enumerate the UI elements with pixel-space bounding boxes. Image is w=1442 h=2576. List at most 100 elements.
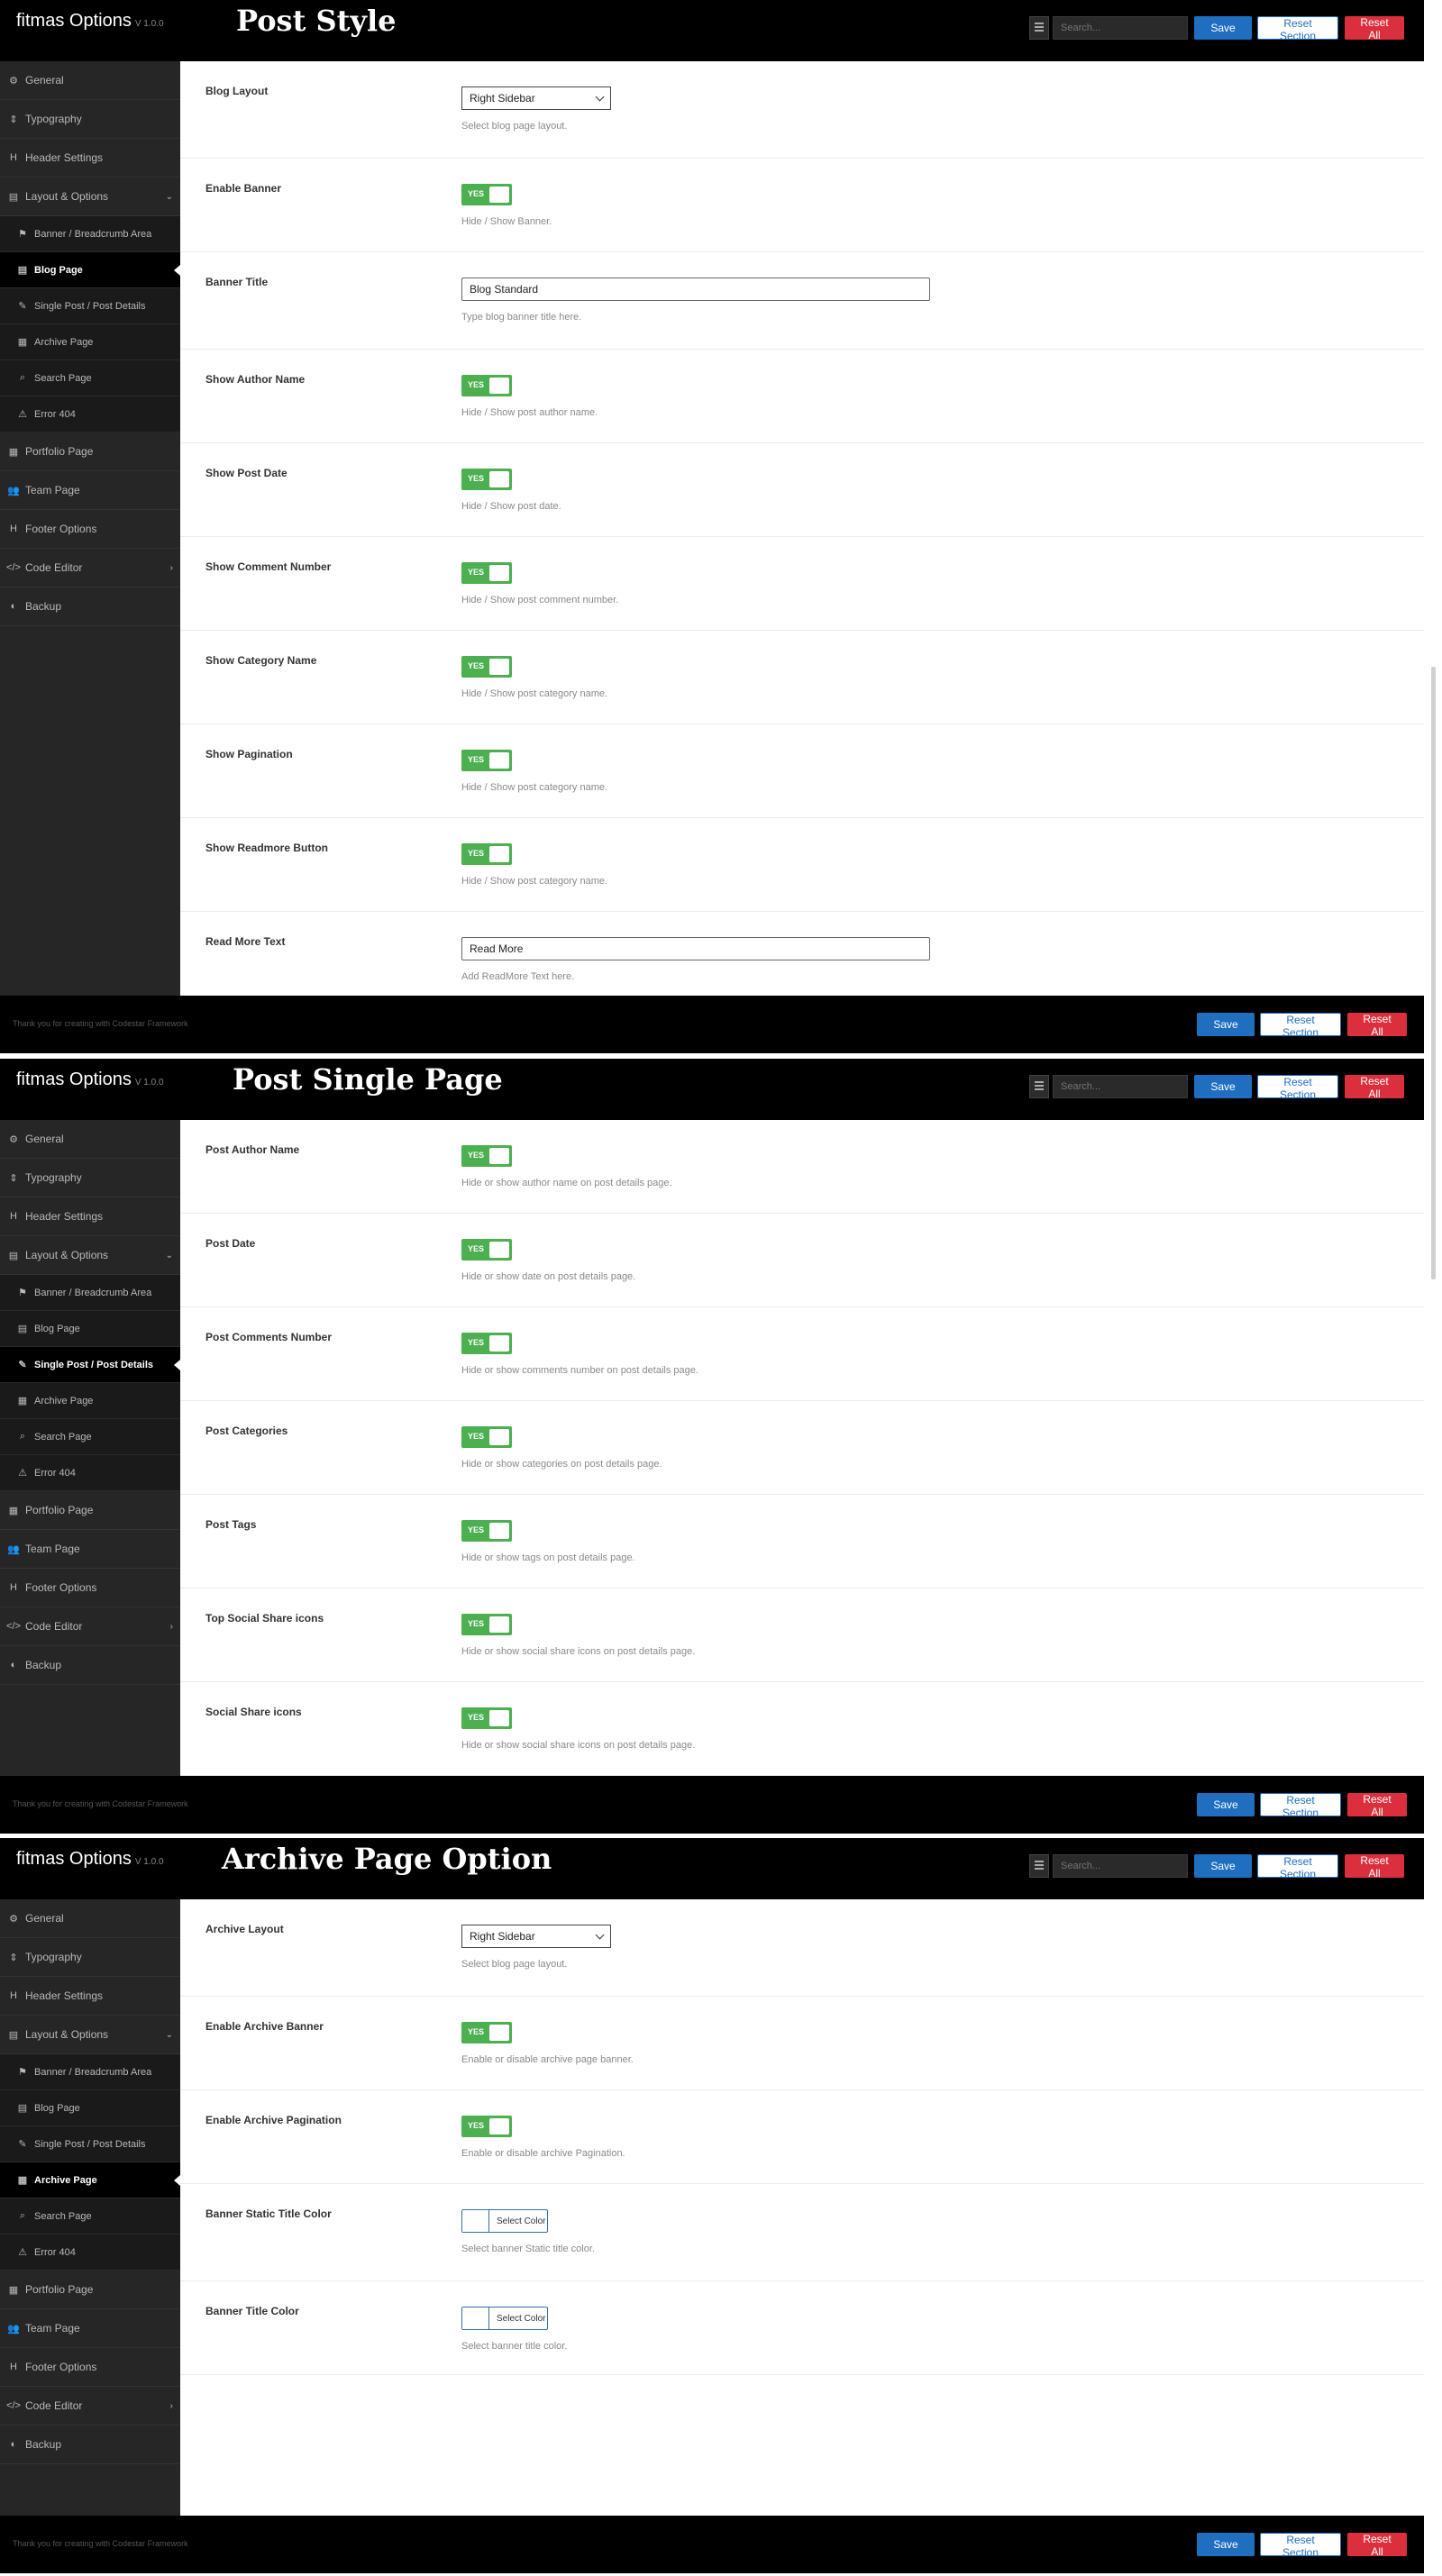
sidebar-item-general[interactable]: ⚙ General	[0, 61, 180, 100]
sidebar-item-footer-options[interactable]: H Footer Options	[0, 510, 180, 549]
sidebar-item-label: General	[25, 1133, 64, 1145]
sidebar-item-error-404[interactable]: ⚠ Error 404	[0, 1455, 180, 1491]
sidebar-item-portfolio-page[interactable]: ▦ Portfolio Page	[0, 1491, 180, 1530]
expand-all-icon[interactable]	[1029, 1854, 1049, 1878]
reset-section-button[interactable]: Reset Section	[1257, 1854, 1338, 1880]
code-icon: </>	[6, 562, 21, 573]
sidebar-item-header-settings[interactable]: H Header Settings	[0, 1977, 180, 2016]
sidebar-item-typography[interactable]: ⇕ Typography	[0, 1159, 180, 1197]
footer-reset-all-button[interactable]: Reset All	[1347, 1793, 1407, 1818]
sidebar-item-layout-options[interactable]: ▤ Layout & Options ⌄	[0, 2016, 180, 2054]
footer-reset-section-button[interactable]: Reset Section	[1260, 1793, 1341, 1819]
sidebar-item-banner-breadcrumb[interactable]: ⚑ Banner / Breadcrumb Area	[0, 1275, 180, 1311]
sidebar-item-footer-options[interactable]: H Footer Options	[0, 1569, 180, 1607]
sidebar-item-typography[interactable]: ⇕ Typography	[0, 100, 180, 139]
footer-save-button[interactable]: Save	[1197, 2533, 1255, 2556]
reset-all-button[interactable]: Reset All	[1345, 1854, 1404, 1880]
reset-all-button[interactable]: Reset All	[1345, 1075, 1404, 1100]
sidebar-item-backup[interactable]: ◐ Backup	[0, 2426, 180, 2464]
flag-icon: ⚑	[18, 229, 27, 240]
sidebar-item-portfolio-page[interactable]: ▦ Portfolio Page	[0, 2271, 180, 2309]
window-scrollbar[interactable]	[1431, 667, 1436, 1279]
save-button[interactable]: Save	[1194, 1854, 1252, 1878]
sidebar-item-layout-options[interactable]: ▤ Layout & Options ⌄	[0, 1236, 180, 1275]
footer-reset-section-button[interactable]: Reset Section	[1260, 2533, 1341, 2559]
toggle-switch[interactable]: YES	[461, 184, 512, 205]
field-description: Hide or show comments number on post det…	[461, 1365, 698, 1376]
sidebar-item-single-post[interactable]: ✎ Single Post / Post Details	[0, 1347, 180, 1383]
field-control: YES	[461, 1145, 512, 1167]
reset-all-button[interactable]: Reset All	[1345, 16, 1404, 41]
sidebar-item-code-editor[interactable]: </> Code Editor ›	[0, 1607, 180, 1646]
sidebar-item-code-editor[interactable]: </> Code Editor ›	[0, 2387, 180, 2426]
sidebar-item-blog-page[interactable]: ▤ Blog Page	[0, 1311, 180, 1347]
sidebar-item-label: Error 404	[34, 408, 76, 420]
sidebar-item-banner-breadcrumb[interactable]: ⚑ Banner / Breadcrumb Area	[0, 2054, 180, 2090]
sidebar-item-search-page[interactable]: ⌕ Search Page	[0, 360, 180, 396]
toggle-switch[interactable]: YES	[461, 843, 512, 865]
footer-save-button[interactable]: Save	[1197, 1013, 1255, 1036]
footer-reset-all-button[interactable]: Reset All	[1347, 1013, 1407, 1038]
sidebar-item-general[interactable]: ⚙ General	[0, 1120, 180, 1159]
toggle-switch[interactable]: YES	[461, 469, 512, 490]
sidebar-item-team-page[interactable]: 👥 Team Page	[0, 2309, 180, 2348]
sidebar-item-header-settings[interactable]: H Header Settings	[0, 1197, 180, 1236]
sidebar-item-label: Banner / Breadcrumb Area	[34, 1287, 152, 1298]
color-picker-button[interactable]: Select Color	[461, 2307, 548, 2330]
toggle-switch[interactable]: YES	[461, 1145, 512, 1167]
toggle-switch[interactable]: YES	[461, 2116, 512, 2137]
sidebar-item-layout-options[interactable]: ▤ Layout & Options ⌄	[0, 177, 180, 216]
text-field[interactable]	[461, 278, 930, 301]
sidebar-item-archive-page[interactable]: ▦ Archive Page	[0, 1383, 180, 1419]
reset-section-button[interactable]: Reset Section	[1257, 1075, 1338, 1101]
layout-select[interactable]: Right Sidebar	[461, 1925, 611, 1948]
toggle-switch[interactable]: YES	[461, 1614, 512, 1635]
sidebar-item-search-page[interactable]: ⌕ Search Page	[0, 1419, 180, 1455]
sidebar-item-error-404[interactable]: ⚠ Error 404	[0, 2235, 180, 2271]
sidebar-item-single-post[interactable]: ✎ Single Post / Post Details	[0, 2126, 180, 2162]
sidebar-item-blog-page[interactable]: ▤ Blog Page	[0, 252, 180, 288]
search-input[interactable]	[1053, 1854, 1188, 1878]
toggle-switch[interactable]: YES	[461, 2022, 512, 2044]
toggle-switch[interactable]: YES	[461, 375, 512, 396]
sidebar-item-team-page[interactable]: 👥 Team Page	[0, 471, 180, 510]
sidebar-item-search-page[interactable]: ⌕ Search Page	[0, 2198, 180, 2235]
sidebar-item-error-404[interactable]: ⚠ Error 404	[0, 396, 180, 432]
sidebar-item-typography[interactable]: ⇕ Typography	[0, 1938, 180, 1977]
toggle-switch[interactable]: YES	[461, 1520, 512, 1542]
toggle-switch[interactable]: YES	[461, 750, 512, 771]
reset-section-button[interactable]: Reset Section	[1257, 16, 1338, 42]
toggle-switch[interactable]: YES	[461, 656, 512, 678]
footer-reset-section-button[interactable]: Reset Section	[1260, 1013, 1341, 1039]
search-input[interactable]	[1053, 1075, 1188, 1098]
layout-select[interactable]: Right Sidebar	[461, 86, 611, 110]
toggle-switch[interactable]: YES	[461, 562, 512, 584]
toggle-switch[interactable]: YES	[461, 1426, 512, 1448]
sidebar-item-footer-options[interactable]: H Footer Options	[0, 2348, 180, 2387]
toggle-knob	[489, 2118, 509, 2135]
sidebar-item-archive-page[interactable]: ▦ Archive Page	[0, 2162, 180, 2198]
expand-all-icon[interactable]	[1029, 1075, 1049, 1098]
sidebar-item-banner-breadcrumb[interactable]: ⚑ Banner / Breadcrumb Area	[0, 216, 180, 252]
footer-save-button[interactable]: Save	[1197, 1793, 1255, 1816]
toggle-switch[interactable]: YES	[461, 1707, 512, 1729]
toggle-switch[interactable]: YES	[461, 1333, 512, 1354]
sidebar-item-code-editor[interactable]: </> Code Editor ›	[0, 549, 180, 587]
search-input[interactable]	[1053, 16, 1188, 40]
sidebar-item-team-page[interactable]: 👥 Team Page	[0, 1530, 180, 1569]
sidebar-item-header-settings[interactable]: H Header Settings	[0, 139, 180, 177]
expand-all-icon[interactable]	[1029, 16, 1049, 40]
sidebar-item-archive-page[interactable]: ▦ Archive Page	[0, 324, 180, 360]
text-field[interactable]	[461, 937, 930, 960]
sidebar-item-general[interactable]: ⚙ General	[0, 1899, 180, 1938]
sidebar-item-single-post[interactable]: ✎ Single Post / Post Details	[0, 288, 180, 324]
toggle-switch[interactable]: YES	[461, 1239, 512, 1261]
sidebar-item-backup[interactable]: ◐ Backup	[0, 587, 180, 626]
footer-reset-all-button[interactable]: Reset All	[1347, 2533, 1407, 2558]
save-button[interactable]: Save	[1194, 1075, 1252, 1098]
save-button[interactable]: Save	[1194, 16, 1252, 40]
color-picker-button[interactable]: Select Color	[461, 2209, 548, 2233]
sidebar-item-portfolio-page[interactable]: ▦ Portfolio Page	[0, 432, 180, 471]
sidebar-item-backup[interactable]: ◐ Backup	[0, 1646, 180, 1685]
sidebar-item-blog-page[interactable]: ▤ Blog Page	[0, 2090, 180, 2126]
